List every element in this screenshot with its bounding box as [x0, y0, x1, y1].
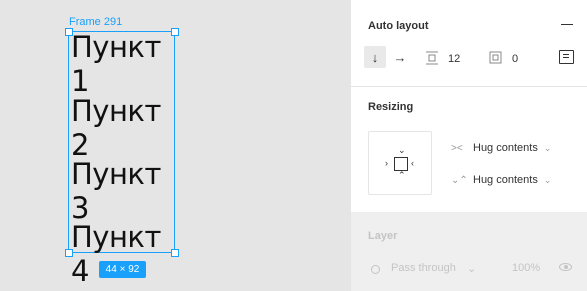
list-item[interactable]: Пункт 3: [71, 157, 174, 225]
auto-layout-title: Auto layout: [368, 20, 429, 32]
chevron-down-icon: ⌄: [398, 145, 406, 155]
chevron-right-icon: ›: [385, 158, 388, 168]
resizing-title: Resizing: [368, 101, 414, 113]
resize-handle-bottom-right[interactable]: [171, 249, 179, 257]
selected-frame[interactable]: Пункт 1 Пункт 2 Пункт 3 Пункт 4: [68, 30, 175, 288]
size-badge: 44 × 92: [99, 261, 146, 278]
resize-handle-bottom-left[interactable]: [65, 249, 73, 257]
direction-vertical-button[interactable]: ↓: [364, 46, 386, 68]
hug-horizontal-icon: ><: [451, 142, 463, 154]
padding-icon: [489, 51, 503, 68]
list-item[interactable]: Пункт 1: [71, 30, 174, 98]
layer-title: Layer: [368, 230, 398, 242]
properties-panel: Auto layout ↓ → 12 0 Resizing ⌄ ⌃ › ‹ ><…: [350, 0, 587, 291]
resizing-square-icon: [394, 157, 408, 171]
list-item[interactable]: Пункт 2: [71, 94, 174, 162]
spacing-icon: [425, 51, 439, 68]
spacing-input[interactable]: 12: [448, 53, 460, 65]
eye-icon[interactable]: [559, 263, 572, 271]
chevron-down-icon: ⌄: [543, 142, 552, 153]
arrow-down-icon: ↓: [371, 49, 379, 65]
alignment-settings-icon[interactable]: [559, 50, 574, 64]
chevron-down-icon: ⌄: [543, 174, 552, 185]
chevron-up-icon: ⌃: [398, 170, 406, 180]
layer-section: [351, 212, 587, 291]
blend-mode-icon: [371, 265, 380, 274]
chevron-down-icon: ⌄: [467, 263, 477, 275]
opacity-input[interactable]: 100%: [512, 262, 540, 274]
hug-vertical-icon: ⌄⌃: [451, 174, 468, 186]
vertical-resizing-select[interactable]: ⌄⌃ Hug contents ⌄: [451, 172, 551, 188]
resizing-widget[interactable]: ⌄ ⌃ › ‹: [368, 131, 432, 195]
vertical-resizing-value: Hug contents: [473, 174, 538, 186]
canvas[interactable]: Frame 291 Пункт 1 Пункт 2 Пункт 3 Пункт …: [0, 0, 350, 291]
horizontal-resizing-select[interactable]: >< Hug contents ⌄: [451, 140, 551, 156]
blend-mode-select[interactable]: Pass through: [391, 262, 456, 274]
chevron-left-icon: ‹: [411, 158, 414, 168]
remove-auto-layout-icon[interactable]: [561, 24, 573, 25]
horizontal-resizing-value: Hug contents: [473, 142, 538, 154]
padding-input[interactable]: 0: [512, 53, 518, 65]
frame-label[interactable]: Frame 291: [69, 16, 122, 28]
direction-horizontal-button[interactable]: →: [389, 46, 411, 68]
divider: [351, 86, 587, 87]
resize-handle-top-left[interactable]: [65, 28, 73, 36]
resize-handle-top-right[interactable]: [171, 28, 179, 36]
arrow-right-icon: →: [393, 49, 407, 65]
